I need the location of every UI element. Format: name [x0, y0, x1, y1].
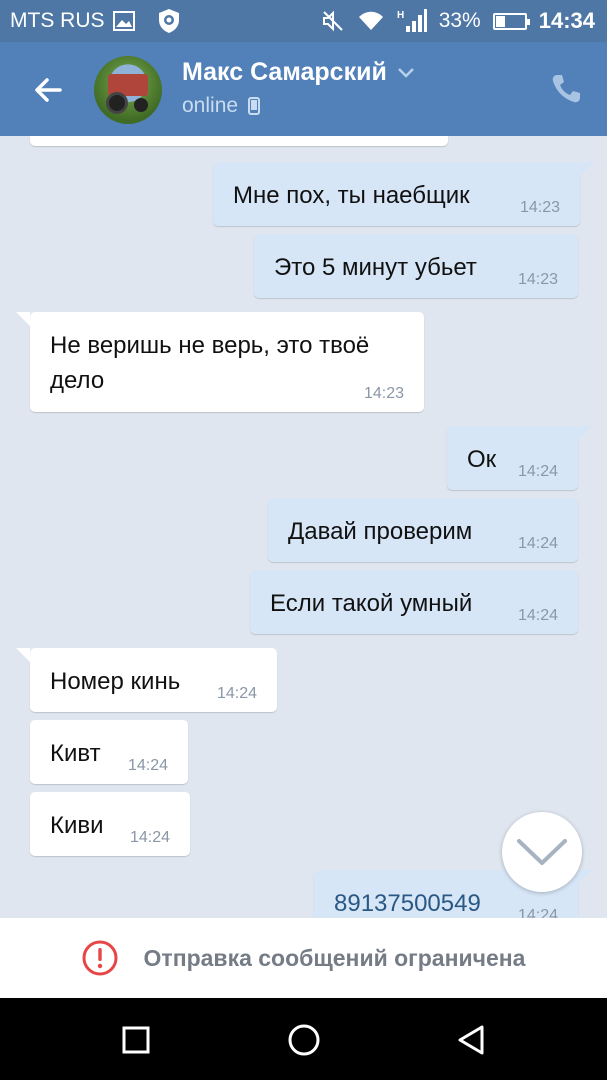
phone-icon[interactable] — [549, 72, 583, 106]
chevron-down-icon — [397, 67, 414, 78]
message-text: Мне пох, ты наебщик — [233, 182, 470, 209]
home-circle-icon[interactable] — [284, 1020, 324, 1060]
svg-text:H: H — [397, 10, 404, 21]
contact-name: Макс Самарский — [182, 58, 387, 86]
message-bubble[interactable]: Не веришь не верь, это твоё дело 14:23 — [16, 312, 424, 412]
message-bubble[interactable]: Номер кинь 14:24 — [16, 648, 277, 712]
message-bubble[interactable]: Ок 14:24 — [447, 426, 592, 490]
message-bubble-partial — [30, 136, 448, 146]
message-time: 14:24 — [517, 907, 558, 919]
message-text: Если такой умный — [270, 590, 473, 617]
image-icon — [112, 11, 135, 31]
message-list[interactable]: Мне пох, ты наебщик 14:23 Это 5 минут уб… — [0, 136, 607, 918]
phone-number-link[interactable]: 89137500549 — [334, 890, 481, 917]
navigation-bar — [0, 998, 607, 1080]
message-text: Давай проверим — [288, 518, 473, 545]
message-bubble[interactable]: Это 5 минут убьет 14:23 — [254, 234, 578, 298]
status-text: online — [182, 94, 239, 117]
battery-icon — [492, 12, 530, 30]
back-triangle-icon[interactable] — [452, 1020, 492, 1060]
message-time: 14:24 — [127, 757, 168, 774]
status-bar: MTS RUS H 33% 14:34 — [0, 0, 607, 42]
message-text: Не веришь не верь, это твоё дело — [50, 332, 370, 394]
chevron-down-icon — [517, 839, 567, 865]
mute-icon — [321, 9, 345, 33]
recents-square-icon[interactable] — [116, 1020, 156, 1060]
contact-name-row[interactable]: Макс Самарский — [182, 58, 415, 87]
exclamation-circle-icon — [82, 940, 118, 976]
wifi-icon — [357, 10, 385, 32]
scroll-down-button[interactable] — [502, 812, 582, 892]
avatar[interactable] — [94, 56, 162, 124]
message-text: Ок — [467, 446, 497, 473]
message-text: Это 5 минут убьет — [274, 254, 477, 281]
shield-icon — [157, 8, 181, 34]
message-text: Киви — [50, 812, 104, 839]
message-bubble[interactable]: Кивт 14:24 — [30, 720, 188, 784]
message-time: 14:24 — [517, 535, 558, 552]
contact-status: online — [182, 94, 261, 118]
clock: 14:34 — [538, 8, 595, 33]
message-bubble[interactable]: Давай проверим 14:24 — [268, 498, 578, 562]
message-time: 14:23 — [517, 271, 558, 288]
carrier-label: MTS RUS — [10, 9, 105, 32]
message-time: 14:24 — [517, 463, 558, 480]
message-text: Кивт — [50, 740, 101, 767]
message-bubble[interactable]: Киви 14:24 — [30, 792, 190, 856]
battery-percent: 33% — [438, 9, 481, 32]
message-time: 14:24 — [129, 829, 170, 846]
restriction-text: Отправка сообщений ограничена — [143, 944, 526, 971]
mobile-icon — [248, 97, 261, 115]
chat-header: Макс Самарский online — [0, 42, 607, 136]
restriction-bar: Отправка сообщений ограничена — [0, 918, 607, 998]
message-time: 14:23 — [519, 199, 560, 216]
back-arrow-icon[interactable] — [28, 70, 68, 110]
message-bubble[interactable]: Мне пох, ты наебщик 14:23 — [213, 162, 594, 226]
message-text: Номер кинь — [50, 668, 181, 695]
message-time: 14:24 — [216, 685, 257, 702]
message-time: 14:23 — [363, 385, 404, 402]
signal-icon: H — [397, 8, 427, 34]
message-time: 14:24 — [517, 607, 558, 624]
message-bubble[interactable]: Если такой умный 14:24 — [250, 570, 578, 634]
